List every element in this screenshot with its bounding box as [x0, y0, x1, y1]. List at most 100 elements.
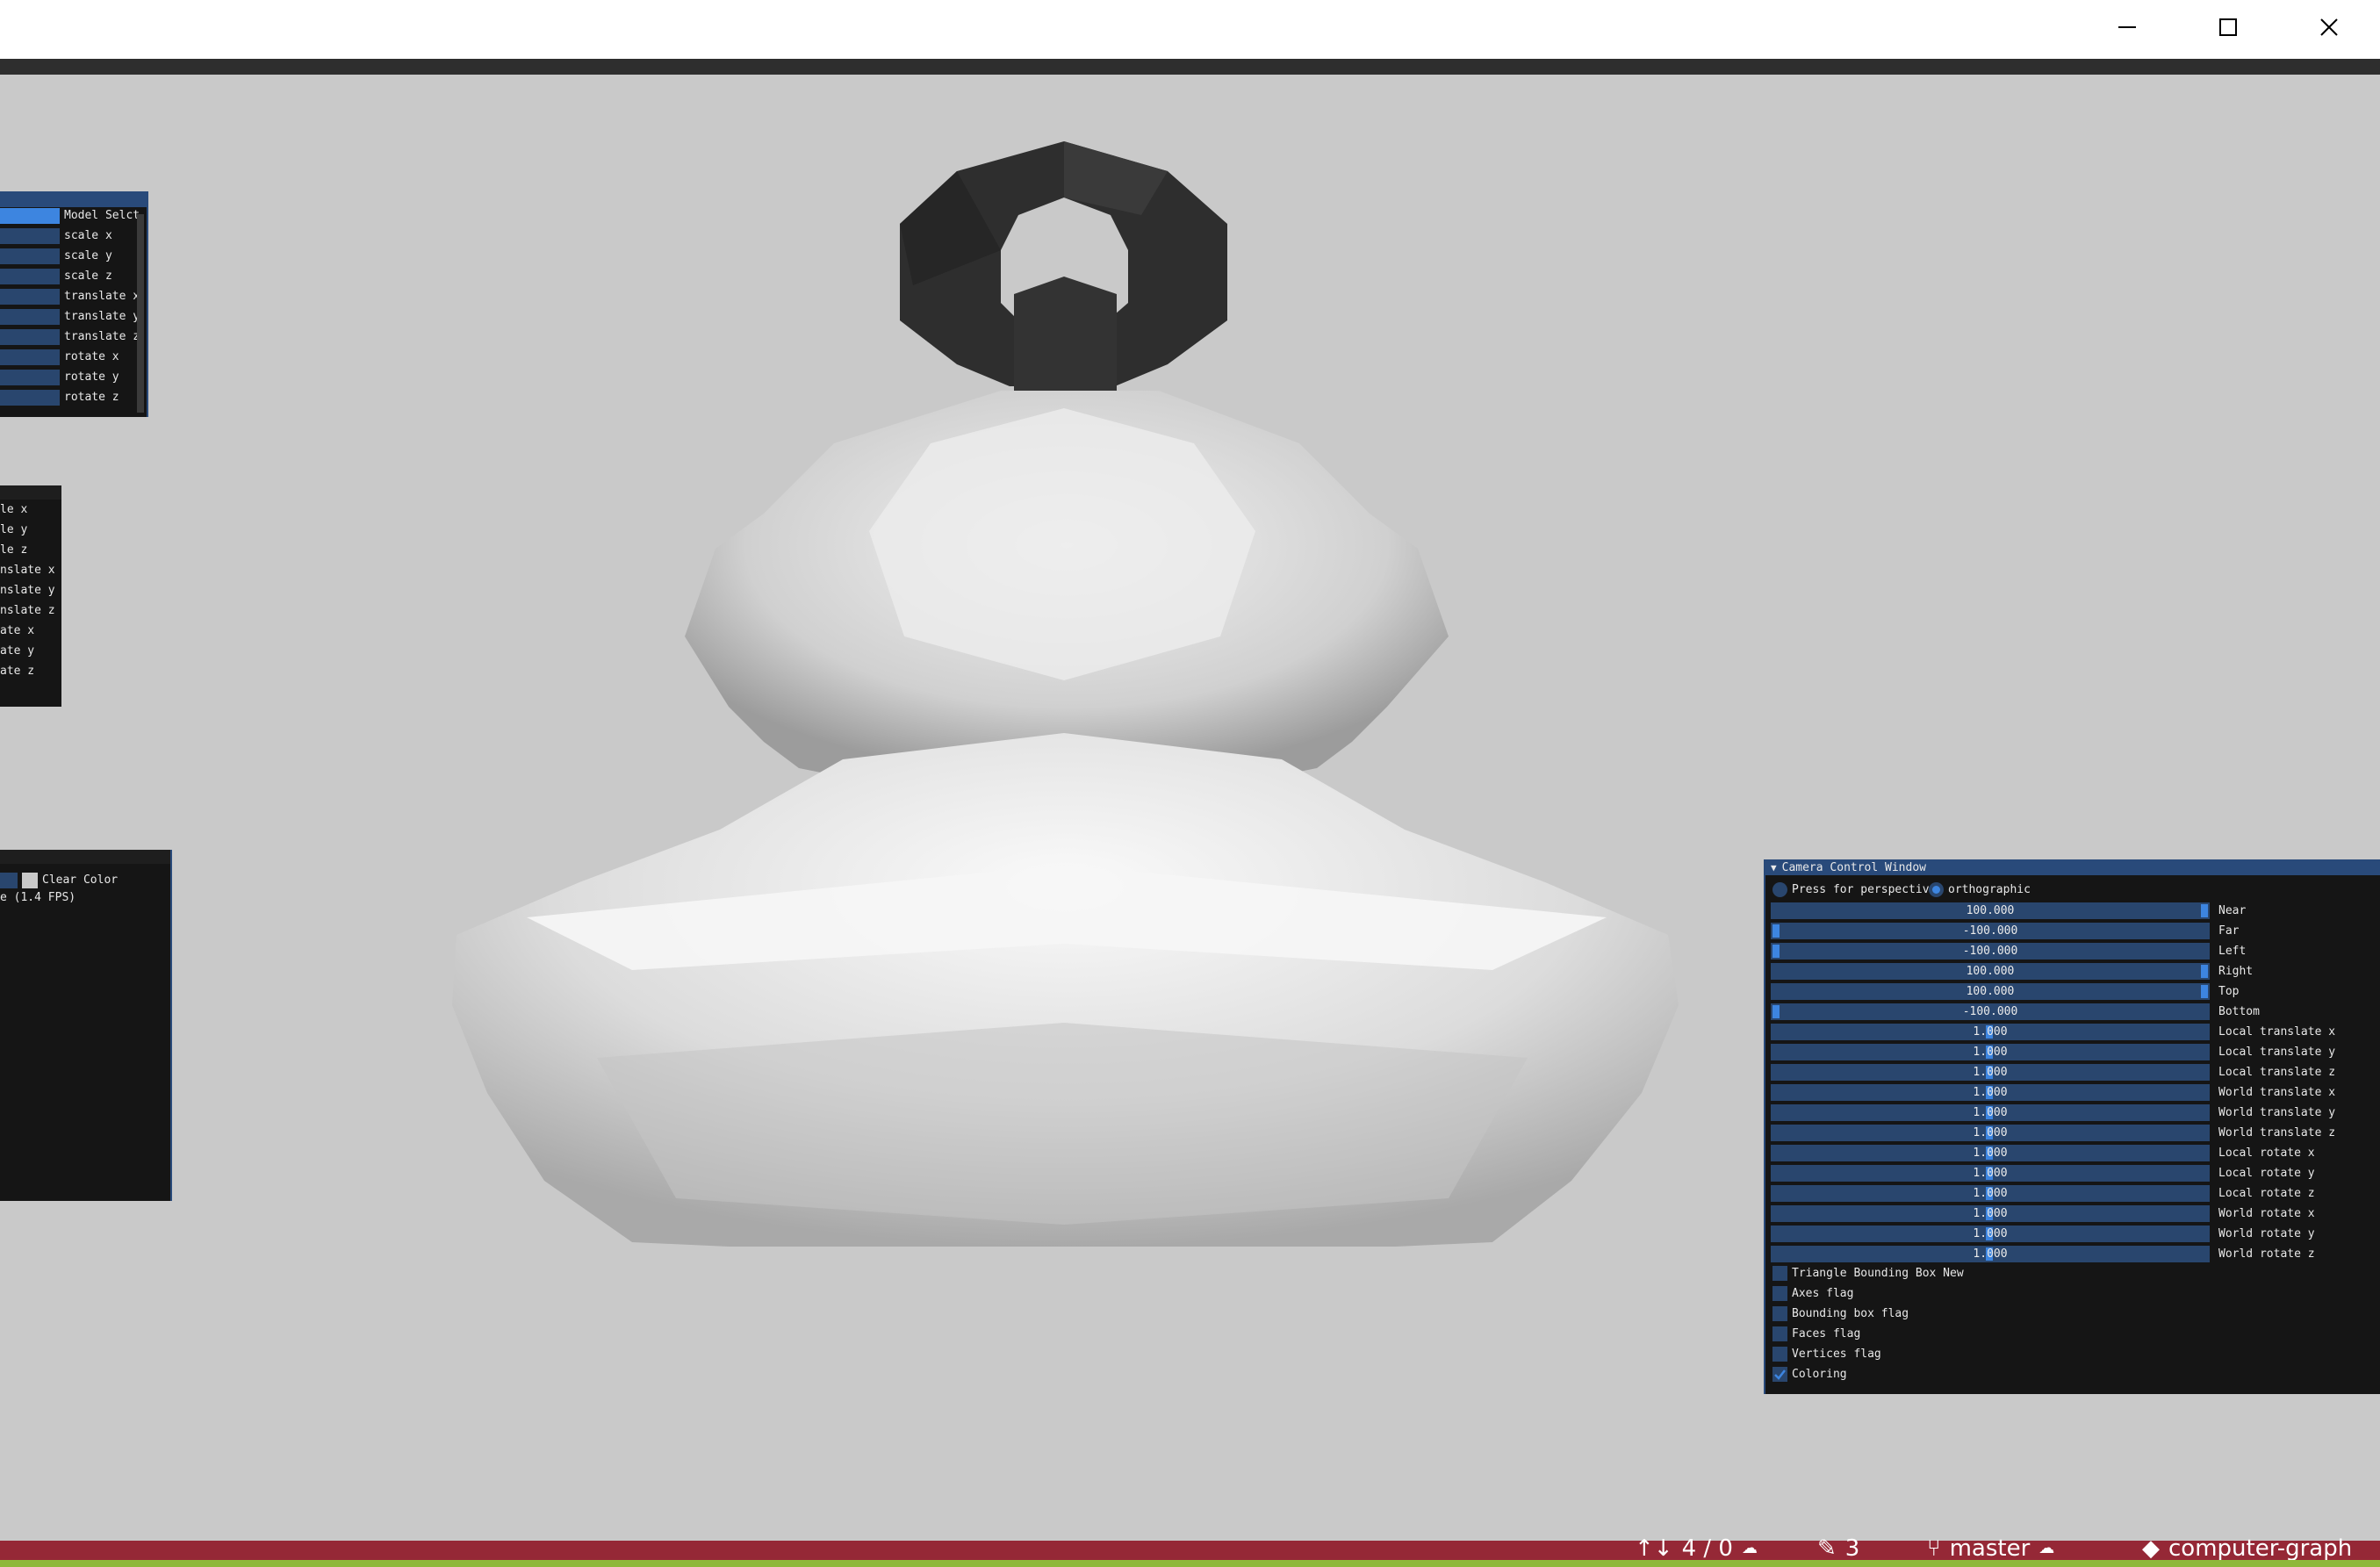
camera-slider[interactable]: 1.000 [1771, 1205, 2210, 1222]
model-slider-label: translate y [64, 310, 140, 323]
camera-slider-value: 1.000 [1973, 1247, 2008, 1261]
camera-slider[interactable]: 100.000 [1771, 983, 2210, 1000]
camera-slider-row: 1.000 World rotate x [1771, 1205, 2315, 1222]
camera-slider-row: 1.000 Local rotate z [1771, 1185, 2315, 1202]
sync-icon: ↑↓ [1635, 1535, 1673, 1562]
checkbox[interactable] [1772, 1367, 1787, 1382]
model-slider-label: scale y [64, 249, 112, 262]
camera-slider-value: 1.000 [1973, 1167, 2008, 1180]
checkbox[interactable] [1772, 1306, 1787, 1321]
cloud-icon: ☁ [2038, 1539, 2055, 1557]
model-slider-label: rotate z [64, 391, 119, 404]
checkbox[interactable] [1772, 1347, 1787, 1362]
model-slider[interactable] [0, 349, 60, 365]
radio-perspective[interactable] [1772, 882, 1787, 897]
camera-slider[interactable]: 1.000 [1771, 1125, 2210, 1141]
camera-slider[interactable]: -100.000 [1771, 923, 2210, 939]
camera-slider-row: 100.000 Near [1771, 902, 2246, 919]
render-viewport[interactable]: Model Selct scale x scale y scale z translat… [0, 75, 2380, 1541]
camera-slider[interactable]: 1.000 [1771, 1044, 2210, 1060]
model-slider[interactable] [0, 269, 60, 284]
branch-status[interactable]: ⑂ master ☁ [1927, 1535, 2054, 1562]
camera-slider[interactable]: 1.000 [1771, 1104, 2210, 1121]
clear-color-swatch[interactable] [22, 873, 38, 888]
clear-color-swatch-slider[interactable] [0, 873, 18, 888]
camera-slider-label: Left [2218, 945, 2247, 958]
transform-slider-label: nslate y [0, 584, 55, 597]
model-slider[interactable] [0, 248, 60, 264]
camera-window-titlebar[interactable]: ▼ Camera Control Window [1765, 859, 2380, 875]
model-slider[interactable] [0, 370, 60, 385]
camera-window-title: Camera Control Window [1781, 860, 1926, 874]
camera-slider-label: Local rotate x [2218, 1146, 2315, 1160]
camera-slider-value: -100.000 [1962, 945, 2018, 958]
camera-slider-value: 100.000 [1966, 985, 2015, 998]
model-slider-label: rotate x [64, 350, 119, 363]
collapse-triangle-icon[interactable]: ▼ [1771, 862, 1777, 873]
repo-status[interactable]: ◆ computer-graph [2142, 1535, 2352, 1562]
radio-perspective-label: Press for perspective [1792, 883, 1937, 896]
camera-slider[interactable]: 100.000 [1771, 902, 2210, 919]
camera-slider-value: -100.000 [1962, 924, 2018, 938]
radio-orthographic[interactable] [1929, 882, 1944, 897]
panel-scrollbar[interactable] [137, 214, 144, 413]
branch-name: master [1949, 1535, 2031, 1562]
model-slider[interactable] [0, 228, 60, 244]
camera-slider[interactable]: 1.000 [1771, 1226, 2210, 1242]
transform-slider-label: ate z [0, 665, 35, 678]
model-slider[interactable] [0, 309, 60, 325]
radio-orthographic-label: orthographic [1948, 883, 2031, 896]
camera-slider[interactable]: 1.000 [1771, 1185, 2210, 1202]
camera-slider-value: 1.000 [1973, 1046, 2008, 1059]
camera-slider-value: 100.000 [1966, 965, 2015, 978]
camera-slider-label: World rotate y [2218, 1227, 2315, 1240]
camera-slider-value: 100.000 [1966, 904, 2015, 917]
edits-status[interactable]: ✎ 3 [1817, 1535, 1859, 1562]
model-slider[interactable] [0, 390, 60, 406]
panel-titlebar [0, 191, 147, 207]
maximize-button[interactable] [2177, 0, 2278, 54]
camera-slider-label: Local rotate y [2218, 1167, 2315, 1180]
model-slider[interactable] [0, 289, 60, 305]
maximize-icon [2218, 18, 2237, 36]
camera-slider[interactable]: -100.000 [1771, 1003, 2210, 1020]
camera-slider-row: -100.000 Far [1771, 923, 2239, 939]
checkbox[interactable] [1772, 1266, 1787, 1281]
checkbox-label: Bounding box flag [1792, 1307, 1909, 1320]
camera-slider-row: 100.000 Top [1771, 983, 2239, 1000]
camera-slider[interactable]: 1.000 [1771, 1145, 2210, 1161]
camera-slider[interactable]: 1.000 [1771, 1024, 2210, 1040]
camera-slider-value: 1.000 [1973, 1146, 2008, 1160]
minimize-button[interactable] [2076, 0, 2177, 54]
camera-slider-row: -100.000 Bottom [1771, 1003, 2260, 1020]
camera-slider-value: -100.000 [1962, 1005, 2018, 1018]
transform-slider-label: le y [0, 523, 28, 536]
sync-status[interactable]: ↑↓ 4 / 0 ☁ [1635, 1535, 1758, 1562]
repo-icon: ◆ [2142, 1535, 2160, 1562]
camera-slider-label: Local translate y [2218, 1046, 2336, 1059]
model-slider-label: scale x [64, 229, 112, 242]
pencil-icon: ✎ [1817, 1535, 1837, 1562]
camera-slider-label: World translate y [2218, 1106, 2336, 1119]
camera-slider[interactable]: -100.000 [1771, 943, 2210, 960]
close-button[interactable] [2278, 0, 2379, 54]
camera-slider[interactable]: 1.000 [1771, 1246, 2210, 1262]
checkbox[interactable] [1772, 1286, 1787, 1301]
camera-slider[interactable]: 1.000 [1771, 1064, 2210, 1081]
camera-slider[interactable]: 1.000 [1771, 1165, 2210, 1182]
camera-slider-label: World translate z [2218, 1126, 2336, 1139]
camera-slider-row: -100.000 Left [1771, 943, 2246, 960]
close-icon [2319, 18, 2338, 36]
camera-slider-value: 1.000 [1973, 1086, 2008, 1099]
model-slider[interactable] [0, 208, 60, 224]
cloud-icon: ☁ [1741, 1539, 1758, 1557]
ring-mesh [900, 141, 1227, 391]
checkbox[interactable] [1772, 1326, 1787, 1341]
model-slider[interactable] [0, 329, 60, 345]
camera-slider[interactable]: 1.000 [1771, 1084, 2210, 1101]
clear-color-label: Clear Color [42, 873, 119, 887]
camera-slider-label: Far [2218, 924, 2240, 938]
transform-slider-label: le x [0, 503, 28, 516]
camera-slider[interactable]: 100.000 [1771, 963, 2210, 980]
minimize-icon [2118, 26, 2136, 28]
